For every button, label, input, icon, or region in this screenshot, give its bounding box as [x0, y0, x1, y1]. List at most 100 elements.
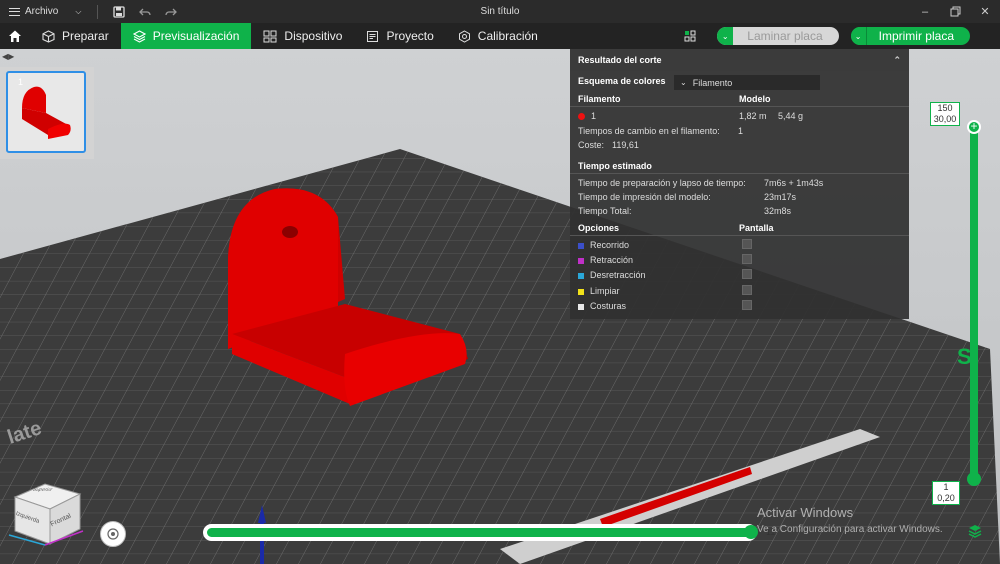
- move-slider-handle[interactable]: [744, 525, 758, 539]
- option-label: Recorrido: [590, 240, 630, 250]
- filament-weight: 5,44 g: [778, 111, 804, 121]
- tab-preview[interactable]: Previsualización: [120, 23, 252, 49]
- change-times-label: Tiempos de cambio en el filamento:: [578, 126, 720, 136]
- display-toggle-seams[interactable]: [742, 300, 752, 310]
- display-header: Pantalla: [739, 223, 774, 233]
- model-time-label: Tiempo de impresión del modelo:: [578, 192, 711, 202]
- legend-swatch: [578, 272, 584, 279]
- total-time-value: 32m8s: [764, 206, 792, 216]
- filament-row: 1: [578, 111, 596, 121]
- tab-label: Previsualización: [152, 29, 240, 43]
- multi-device-button[interactable]: [683, 29, 697, 43]
- bottom-layer-height: 0,20: [937, 493, 955, 503]
- device-icon: [263, 30, 277, 42]
- collapse-sidebar-icon[interactable]: ◀▶: [2, 52, 14, 61]
- option-label: Costuras: [590, 301, 627, 311]
- panel-title: Resultado del corte: [578, 55, 662, 65]
- top-layer-number: 150: [937, 103, 953, 113]
- option-row-seams: Costuras: [578, 301, 626, 311]
- filament-color-swatch: [578, 113, 585, 121]
- slice-result-panel: Resultado del corte ⌃ Esquema de colores…: [570, 49, 909, 319]
- option-label: Limpiar: [590, 286, 620, 296]
- plate-list: 1: [0, 67, 94, 159]
- filament-header: Filamento: [578, 94, 621, 104]
- close-button[interactable]: ✕: [970, 0, 1000, 23]
- main-toolbar: Preparar Previsualización Dispositivo Pr…: [0, 23, 1000, 49]
- move-slider-track[interactable]: [203, 524, 757, 541]
- options-header: Opciones: [578, 223, 620, 233]
- option-row-deretraction: Desretracción: [578, 270, 646, 280]
- filament-id: 1: [591, 111, 597, 121]
- collapse-icon[interactable]: ⌃: [893, 55, 901, 66]
- project-icon: [367, 30, 379, 42]
- bottom-layer-number: 1: [943, 482, 949, 492]
- display-toggle-retraction[interactable]: [742, 254, 752, 264]
- prep-time-value: 7m6s + 1m43s: [764, 178, 824, 188]
- plus-icon: +: [970, 119, 978, 133]
- time-header: Tiempo estimado: [578, 161, 652, 171]
- home-button[interactable]: [0, 23, 30, 49]
- display-toggle-wipe[interactable]: [742, 285, 752, 295]
- top-layer-height: 30,00: [933, 114, 957, 124]
- tab-calibration[interactable]: Calibración: [446, 23, 550, 49]
- minimize-icon: –: [921, 5, 929, 18]
- color-scheme-label: Esquema de colores: [578, 76, 666, 86]
- redo-icon: [165, 8, 178, 15]
- activation-watermark-title: Activar Windows: [757, 505, 854, 520]
- layers-icon[interactable]: [968, 524, 982, 538]
- undo-button[interactable]: [132, 0, 158, 23]
- home-icon: [9, 30, 21, 42]
- layer-slider-bottom-handle[interactable]: [967, 472, 981, 486]
- title-bar: Archivo ⌵ Sin título – ✕: [0, 0, 1000, 23]
- file-menu-button[interactable]: Archivo ⌵: [0, 0, 89, 23]
- model-time-value: 23m17s: [764, 192, 797, 202]
- panel-header[interactable]: Resultado del corte ⌃: [570, 49, 909, 71]
- save-button[interactable]: [106, 0, 132, 23]
- print-plate-label: Imprimir placa: [878, 29, 954, 43]
- tab-label: Preparar: [62, 29, 109, 43]
- tab-device[interactable]: Dispositivo: [251, 23, 354, 49]
- color-scheme-value: Filamento: [692, 77, 733, 88]
- save-icon: [113, 5, 126, 18]
- tab-label: Calibración: [477, 29, 538, 43]
- slice-plate-button[interactable]: ⌄ Laminar placa: [717, 27, 839, 45]
- cube-icon: [42, 29, 55, 43]
- display-toggle-deretraction[interactable]: [742, 269, 752, 279]
- total-time-label: Tiempo Total:: [578, 206, 632, 216]
- tab-label: Proyecto: [386, 29, 434, 43]
- redo-button[interactable]: [158, 0, 184, 23]
- chevron-down-icon[interactable]: ⌄: [717, 27, 734, 45]
- camera-icon: [107, 528, 119, 540]
- color-scheme-select[interactable]: ⌄ Filamento: [674, 75, 820, 90]
- legend-swatch: [578, 303, 584, 310]
- option-row-retraction: Retracción: [578, 255, 633, 265]
- option-label: Retracción: [590, 255, 634, 265]
- display-toggle-travel[interactable]: [742, 239, 752, 249]
- tab-prepare[interactable]: Preparar: [30, 23, 121, 49]
- view-cube[interactable]: Superior Izquierda Frontal: [5, 479, 90, 549]
- layer-top-readout: 150 30,00: [930, 102, 960, 126]
- tab-project[interactable]: Proyecto: [354, 23, 445, 49]
- plate-thumbnail[interactable]: 1: [6, 71, 86, 153]
- chevron-down-icon: ⌄: [680, 78, 687, 87]
- layer-bottom-readout: 1 0,20: [932, 481, 960, 505]
- layer-slider-track[interactable]: [970, 127, 978, 480]
- 3d-viewport[interactable]: late S ◀▶ 1 Resultado del corte ⌃ Esquem…: [0, 49, 1000, 564]
- calibration-icon: [458, 29, 470, 43]
- prep-time-label: Tiempo de preparación y lapso de tiempo:: [578, 178, 746, 188]
- legend-swatch: [578, 257, 584, 264]
- maximize-button[interactable]: [940, 0, 970, 23]
- view-cube-top-label: Superior: [31, 487, 54, 493]
- hamburger-icon: [9, 7, 20, 16]
- divider: [570, 106, 909, 107]
- chevron-down-icon[interactable]: ⌄: [850, 27, 867, 45]
- print-plate-button[interactable]: ⌄ Imprimir placa: [850, 27, 970, 45]
- layer-slider-top-handle[interactable]: +: [967, 120, 981, 134]
- filament-length: 1,82 m: [739, 111, 767, 121]
- minimize-button[interactable]: –: [910, 0, 940, 23]
- divider: [570, 235, 909, 236]
- option-label: Desretracción: [590, 270, 646, 280]
- plate-number: 1: [18, 77, 24, 87]
- camera-reset-button[interactable]: [100, 521, 126, 547]
- cost-label: Coste:: [578, 140, 605, 150]
